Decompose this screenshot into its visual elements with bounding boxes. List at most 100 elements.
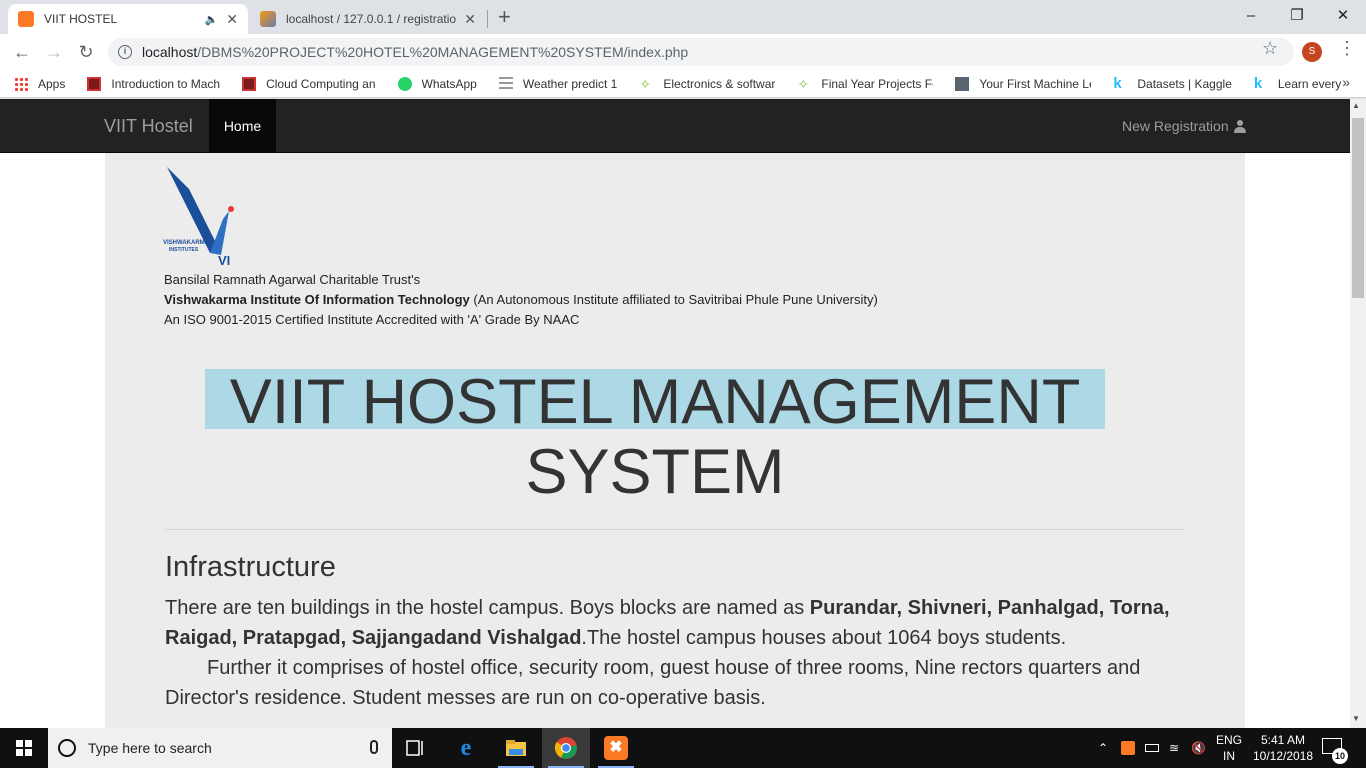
user-icon bbox=[1233, 119, 1246, 133]
microphone-icon[interactable] bbox=[370, 740, 378, 754]
volume-muted-icon[interactable]: 🔇 bbox=[1191, 728, 1206, 768]
para-text: Further it comprises of hostel office, s… bbox=[165, 657, 1141, 709]
minimize-icon[interactable]: – bbox=[1228, 2, 1274, 30]
bookmark-whatsapp[interactable]: WhatsApp bbox=[397, 76, 477, 91]
bookmark-label: Learn every bbox=[1277, 76, 1342, 91]
wifi-icon[interactable]: ≊ bbox=[1169, 728, 1179, 768]
page-title: VIIT HOSTEL MANAGEMENT SYSTEM bbox=[229, 367, 1081, 507]
file-explorer-icon[interactable] bbox=[492, 728, 540, 768]
bookmark-learn-every[interactable]: k Learn every bbox=[1253, 74, 1342, 92]
new-registration-link[interactable]: New Registration bbox=[1122, 118, 1246, 134]
bookmark-cloud-computing[interactable]: Cloud Computing an bbox=[242, 76, 376, 91]
windows-taskbar: Type here to search e ✖ ⌃ ≊ 🔇 ENG IN 5:4… bbox=[0, 728, 1366, 768]
bookmark-label: Final Year Projects Fo bbox=[821, 76, 934, 91]
trust-line: Bansilal Ramnath Agarwal Charitable Trus… bbox=[164, 272, 421, 287]
nav-home-link[interactable]: Home bbox=[209, 99, 276, 153]
bookmark-label: Electronics & softwar bbox=[663, 76, 776, 91]
close-tab-icon[interactable]: ✕ bbox=[464, 11, 476, 28]
bookmark-datasets-kaggle[interactable]: k Datasets | Kaggle bbox=[1113, 76, 1232, 91]
profile-avatar[interactable]: S bbox=[1302, 42, 1322, 62]
bookmark-introduction-to-mach[interactable]: Introduction to Mach bbox=[87, 76, 221, 91]
more-bookmarks-icon[interactable]: » bbox=[1342, 74, 1350, 90]
scrollbar-thumb[interactable] bbox=[1352, 118, 1364, 298]
leaf-icon: ✧ bbox=[797, 75, 810, 92]
edge-browser-icon[interactable]: e bbox=[442, 728, 490, 768]
site-info-icon[interactable]: i bbox=[118, 45, 132, 59]
bookmark-your-first-machine[interactable]: Your First Machine Le bbox=[955, 76, 1092, 91]
section-title-infrastructure: Infrastructure bbox=[165, 551, 336, 583]
battery-icon[interactable] bbox=[1145, 728, 1159, 768]
logo-text-bottom: INSTITUTES bbox=[169, 247, 199, 253]
url-host: localhost bbox=[142, 44, 198, 60]
address-bar[interactable]: i localhost/DBMS%20PROJECT%20HOTEL%20MAN… bbox=[108, 38, 1294, 66]
new-registration-label: New Registration bbox=[1122, 118, 1229, 134]
page-viewport: VIIT Hostel Home New Registration VISHWA… bbox=[0, 99, 1350, 728]
region-code: IN bbox=[1223, 749, 1235, 763]
bookmarks-bar: Apps Introduction to Mach Cloud Computin… bbox=[0, 70, 1366, 98]
phpmyadmin-favicon-icon bbox=[260, 11, 276, 27]
certification-line: An ISO 9001-2015 Certified Institute Acc… bbox=[164, 312, 580, 327]
course-icon bbox=[87, 76, 102, 91]
para-text: .The hostel campus houses about 1064 boy… bbox=[581, 627, 1067, 649]
bookmark-label: Apps bbox=[38, 76, 66, 91]
url-path: /DBMS%20PROJECT%20HOTEL%20MANAGEMENT%20S… bbox=[197, 44, 689, 60]
lang-code: ENG bbox=[1215, 733, 1242, 747]
reload-icon[interactable]: ↻ bbox=[72, 38, 100, 66]
tab-title: VIIT HOSTEL bbox=[44, 12, 118, 26]
language-indicator[interactable]: ENG IN bbox=[1214, 732, 1244, 764]
bookmark-apps[interactable]: Apps bbox=[14, 76, 66, 91]
clock-time: 5:41 AM bbox=[1260, 733, 1306, 747]
forward-arrow-icon[interactable]: → bbox=[40, 38, 68, 66]
audio-playing-icon[interactable]: 🔈 bbox=[205, 13, 219, 26]
cortana-icon bbox=[58, 739, 76, 757]
taskbar-search[interactable]: Type here to search bbox=[48, 728, 392, 768]
course-icon bbox=[242, 76, 257, 91]
tab-strip: VIIT HOSTEL 🔈 ✕ localhost / 127.0.0.1 / … bbox=[0, 0, 1366, 34]
menu-kebab-icon[interactable]: ⋮ bbox=[1338, 38, 1356, 59]
scroll-up-arrow-icon[interactable]: ▲ bbox=[1352, 101, 1360, 110]
scroll-down-arrow-icon[interactable]: ▼ bbox=[1352, 714, 1360, 723]
notification-count-badge: 10 bbox=[1332, 748, 1348, 764]
bookmark-label: Introduction to Mach bbox=[111, 76, 221, 91]
chrome-icon[interactable] bbox=[542, 728, 590, 768]
new-tab-icon[interactable]: + bbox=[498, 4, 511, 30]
bookmark-electronics-software[interactable]: ✧ Electronics & softwar bbox=[639, 77, 775, 91]
site-brand[interactable]: VIIT Hostel bbox=[104, 116, 193, 137]
system-clock[interactable]: 5:41 AM 10/12/2018 bbox=[1248, 732, 1318, 764]
bookmark-label: Datasets | Kaggle bbox=[1137, 76, 1232, 91]
tab-divider bbox=[487, 10, 488, 28]
para-text: There are ten buildings in the hostel ca… bbox=[165, 597, 810, 619]
search-placeholder: Type here to search bbox=[88, 740, 212, 756]
xampp-tray-icon[interactable] bbox=[1121, 728, 1135, 768]
institute-note: (An Autonomous Institute affiliated to S… bbox=[469, 292, 878, 307]
logo-text-top: VISHWAKARMA bbox=[163, 240, 210, 246]
apps-grid-icon bbox=[14, 76, 28, 91]
institute-name: Vishwakarma Institute Of Information Tec… bbox=[164, 292, 470, 307]
close-tab-icon[interactable]: ✕ bbox=[226, 11, 238, 28]
bookmark-final-year-projects[interactable]: ✧ Final Year Projects Fo bbox=[797, 77, 933, 91]
close-window-icon[interactable]: ✕ bbox=[1320, 2, 1366, 30]
infrastructure-paragraph: There are ten buildings in the hostel ca… bbox=[165, 593, 1185, 713]
xampp-icon[interactable]: ✖ bbox=[592, 728, 640, 768]
show-hidden-icons-icon[interactable]: ⌃ bbox=[1098, 728, 1108, 768]
restore-icon[interactable]: ❐ bbox=[1274, 2, 1320, 30]
task-view-icon[interactable] bbox=[392, 728, 440, 768]
institute-line: Vishwakarma Institute Of Information Tec… bbox=[164, 290, 878, 310]
windows-logo-icon bbox=[16, 740, 32, 756]
bookmark-label: WhatsApp bbox=[421, 76, 477, 91]
back-arrow-icon[interactable]: ← bbox=[8, 38, 36, 66]
tab-viit-hostel[interactable]: VIIT HOSTEL 🔈 ✕ bbox=[8, 4, 248, 34]
kaggle-icon: k bbox=[1253, 74, 1263, 92]
vishwakarma-logo: VISHWAKARMA INSTITUTES VI bbox=[163, 167, 234, 268]
xampp-favicon-icon bbox=[18, 11, 34, 27]
bookmark-label: Your First Machine Le bbox=[979, 76, 1092, 91]
browser-toolbar: ← → ↻ i localhost/DBMS%20PROJECT%20HOTEL… bbox=[0, 34, 1366, 70]
bookmark-label: Cloud Computing an bbox=[266, 76, 376, 91]
institute-info: Bansilal Ramnath Agarwal Charitable Trus… bbox=[164, 270, 878, 330]
tab-phpmyadmin[interactable]: localhost / 127.0.0.1 / registration ✕ bbox=[250, 4, 486, 34]
bookmark-star-icon[interactable]: ☆ bbox=[1262, 38, 1278, 59]
bookmark-weather-predict[interactable]: Weather predict 1 bbox=[498, 76, 617, 91]
clock-date: 10/12/2018 bbox=[1252, 749, 1314, 763]
lines-icon bbox=[498, 76, 513, 91]
start-button[interactable] bbox=[0, 728, 48, 768]
